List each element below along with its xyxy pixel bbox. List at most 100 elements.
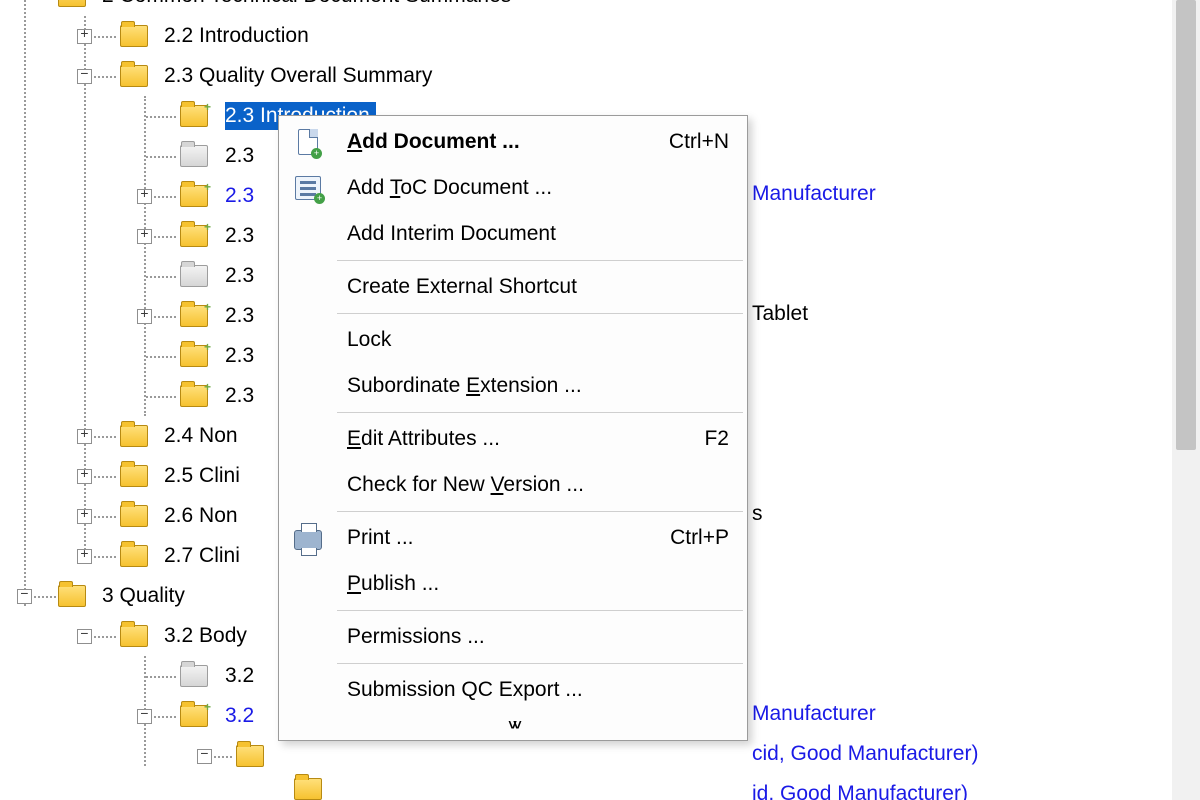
expander-plus-icon[interactable] (137, 309, 152, 324)
folder-icon (236, 745, 264, 767)
expander-plus-icon[interactable] (77, 509, 92, 524)
menu-item-publish[interactable]: Publish ... (279, 561, 747, 607)
trail-text: cid, Good Manufacturer) (752, 742, 978, 766)
tree-item[interactable]: 2.2 Introduction (0, 16, 1080, 56)
menu-item-label: Edit Attributes ... (347, 427, 500, 451)
menu-item-label: Check for New Version ... (347, 473, 584, 497)
folder-new-icon (180, 225, 208, 247)
folder-new-icon (180, 185, 208, 207)
tree-item-label: 3.2 Body (164, 624, 247, 648)
tree-item-label: 2.3 (225, 264, 254, 288)
expander-minus-icon[interactable] (17, 589, 32, 604)
folder-icon (120, 625, 148, 647)
folder-grey-icon (180, 145, 208, 167)
menu-item-lock[interactable]: Lock (279, 317, 747, 363)
folder-icon (120, 25, 148, 47)
tree-item-label: 2.4 Non (164, 424, 238, 448)
tree-item[interactable]: 2.3 Quality Overall Summary (0, 56, 1080, 96)
menu-item-shortcut: F2 (674, 427, 729, 451)
expander-plus-icon[interactable] (77, 29, 92, 44)
folder-new-icon (180, 105, 208, 127)
menu-item-shortcut: Ctrl+P (640, 526, 729, 550)
menu-item-label: Lock (347, 328, 391, 352)
folder-icon (58, 0, 86, 7)
expander-minus-icon[interactable] (77, 69, 92, 84)
folder-new-icon (180, 705, 208, 727)
expander-plus-icon[interactable] (77, 429, 92, 444)
menu-separator (337, 313, 743, 314)
menu-item-label: Add Interim Document (347, 222, 556, 246)
printer-icon (293, 523, 323, 553)
folder-grey-icon (180, 665, 208, 687)
menu-item-label: Submission QC Export ... (347, 678, 583, 702)
expander-minus-icon[interactable] (77, 629, 92, 644)
menu-item-label: Publish ... (347, 572, 439, 596)
tree-item-label: 3 Quality (102, 584, 185, 608)
scrollbar-thumb[interactable] (1176, 0, 1196, 450)
tree-item-label: 2.3 (225, 184, 254, 208)
menu-separator (337, 663, 743, 664)
menu-separator (337, 260, 743, 261)
menu-item-edit-attributes[interactable]: Edit Attributes ... F2 (279, 416, 747, 462)
expander-minus-icon[interactable] (197, 749, 212, 764)
menu-item-permissions[interactable]: Permissions ... (279, 614, 747, 660)
trail-text: Manufacturer (752, 702, 876, 726)
expander-minus-icon[interactable] (137, 709, 152, 724)
menu-item-create-external-shortcut[interactable]: Create External Shortcut (279, 264, 747, 310)
expander-plus-icon[interactable] (77, 469, 92, 484)
menu-item-print[interactable]: Print ... Ctrl+P (279, 515, 747, 561)
tree-item-label: 2.2 Introduction (164, 24, 309, 48)
menu-item-label: Add Document ... (347, 130, 520, 154)
tree-item-label: 3.2 (225, 664, 254, 688)
tree-item-label: 2.3 (225, 384, 254, 408)
menu-item-add-toc-document[interactable]: Add ToC Document ... (279, 165, 747, 211)
folder-new-icon (180, 385, 208, 407)
menu-item-check-new-version[interactable]: Check for New Version ... (279, 462, 747, 508)
menu-separator (337, 511, 743, 512)
menu-separator (337, 412, 743, 413)
tree-item-label: 2.6 Non (164, 504, 238, 528)
tree-item-label: 2.7 Clini (164, 544, 240, 568)
menu-item-label: Print ... (347, 526, 414, 550)
tree-item-label: 2.5 Clini (164, 464, 240, 488)
menu-item-label: Create External Shortcut (347, 275, 577, 299)
folder-icon (120, 505, 148, 527)
folder-icon (58, 585, 86, 607)
expander-plus-icon[interactable] (77, 549, 92, 564)
menu-item-submission-qc-export[interactable]: Submission QC Export ... (279, 667, 747, 713)
tree-item[interactable]: 2 Common Technical Document Summaries (0, 0, 1080, 16)
folder-icon (120, 545, 148, 567)
menu-item-label: Add ToC Document ... (347, 176, 552, 200)
menu-more-chevron-icon[interactable]: ˅˅ (279, 713, 747, 737)
menu-item-shortcut: Ctrl+N (639, 130, 729, 154)
menu-item-add-interim-document[interactable]: Add Interim Document (279, 211, 747, 257)
expander-plus-icon[interactable] (137, 189, 152, 204)
menu-item-label: Permissions ... (347, 625, 485, 649)
document-add-icon (293, 127, 323, 157)
trail-text: Manufacturer (752, 182, 876, 206)
tree-item-label: 2.3 (225, 224, 254, 248)
folder-icon (294, 778, 322, 800)
context-menu: Add Document ... Ctrl+N Add ToC Document… (278, 115, 748, 741)
tree-item-label: 2 Common Technical Document Summaries (102, 0, 511, 8)
tree-item-label: 2.3 Quality Overall Summary (164, 64, 432, 88)
expander-plus-icon[interactable] (137, 229, 152, 244)
menu-separator (337, 610, 743, 611)
tree-item-label: 2.3 (225, 344, 254, 368)
tree-item-label: 2.3 (225, 144, 254, 168)
toc-add-icon (293, 173, 323, 203)
folder-new-icon (180, 345, 208, 367)
menu-item-add-document[interactable]: Add Document ... Ctrl+N (279, 119, 747, 165)
folder-icon (120, 465, 148, 487)
menu-item-subordinate-extension[interactable]: Subordinate Extension ... (279, 363, 747, 409)
folder-icon (120, 65, 148, 87)
trail-text: Tablet (752, 302, 808, 326)
menu-item-label: Subordinate Extension ... (347, 374, 582, 398)
folder-icon (120, 425, 148, 447)
scrollbar-track[interactable] (1172, 0, 1200, 800)
trail-text: id, Good Manufacturer) (752, 782, 968, 800)
trail-text: s (752, 502, 763, 526)
folder-grey-icon (180, 265, 208, 287)
tree-item-label: 3.2 (225, 704, 254, 728)
tree-item-label: 2.3 (225, 304, 254, 328)
